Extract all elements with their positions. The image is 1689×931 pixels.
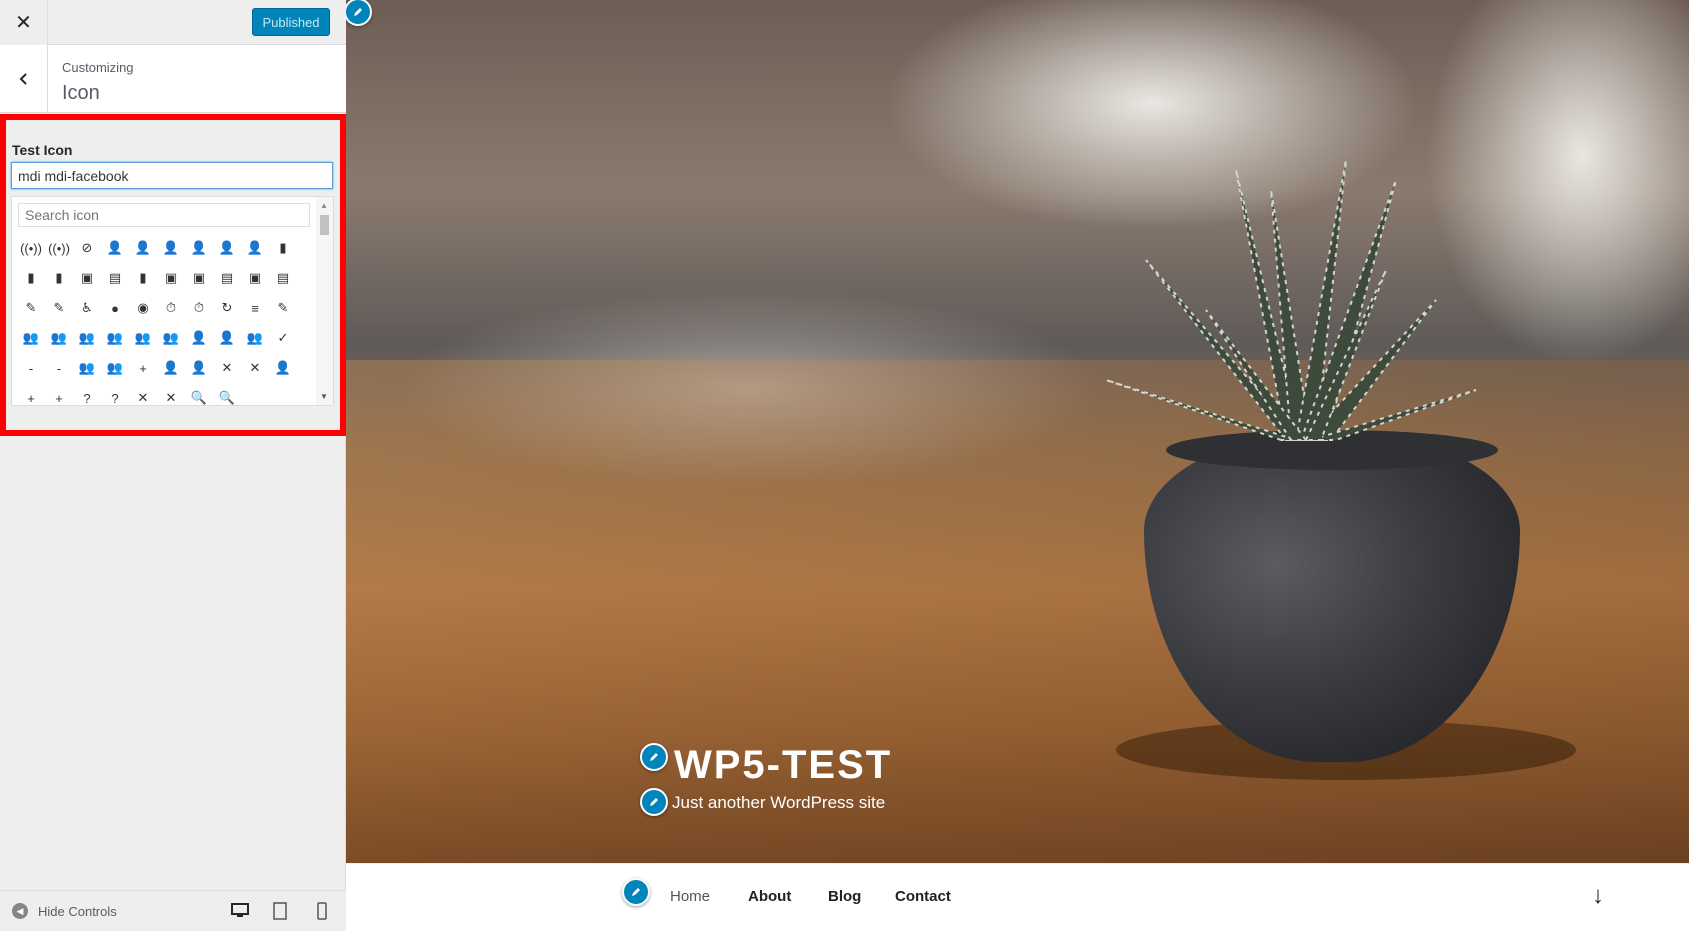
icon-option[interactable]: 👤 [269, 353, 297, 383]
icon-option[interactable]: 👥 [73, 323, 101, 353]
icon-option[interactable]: ✕ [213, 353, 241, 383]
icon-option[interactable]: + [45, 383, 73, 413]
nav-blog[interactable]: Blog [828, 888, 861, 905]
icon-option[interactable]: ? [73, 383, 101, 413]
icon-option[interactable]: 👤 [241, 233, 269, 263]
icon-option[interactable]: ● [101, 293, 129, 323]
icon-option[interactable]: ✕ [129, 383, 157, 413]
icon-option[interactable]: ✓ [269, 323, 297, 353]
nav-about[interactable]: About [748, 888, 791, 905]
icon-option[interactable]: 👤 [185, 233, 213, 263]
scroll-up-icon[interactable]: ▲ [320, 201, 328, 210]
icon-value-input[interactable] [11, 162, 333, 189]
icon-control-highlight: Test Icon ((•))((•))⊘👤👤👤👤👤👤▮▮▮▣▤▮▣▣▤▣▤✎✎… [0, 114, 346, 436]
icon-option[interactable]: 👥 [101, 353, 129, 383]
icon-option[interactable]: ⏱ [157, 293, 185, 323]
icon-option[interactable]: ⏱ [185, 293, 213, 323]
icon-option[interactable]: ↻ [213, 293, 241, 323]
icon-option[interactable]: 👤 [213, 233, 241, 263]
icon-option[interactable]: 👥 [157, 323, 185, 353]
icon-option[interactable]: 👤 [101, 233, 129, 263]
icon-option[interactable]: ▮ [17, 263, 45, 293]
icon-option[interactable]: 🔍 [185, 383, 213, 413]
published-button[interactable]: Published [252, 8, 330, 36]
site-preview: WP5-TEST Just another WordPress site Hom… [346, 0, 1689, 931]
desktop-preview-icon[interactable] [230, 901, 250, 921]
icon-option[interactable]: ▤ [101, 263, 129, 293]
hide-controls-label: Hide Controls [38, 903, 117, 919]
collapse-icon: ◀ [12, 903, 28, 919]
tablet-preview-icon[interactable] [270, 901, 290, 921]
customizer-sidebar: ✕ Published Customizing Icon Test Icon (… [0, 0, 346, 931]
section-header: Customizing Icon [0, 45, 346, 113]
icon-option[interactable]: 👥 [241, 323, 269, 353]
icon-option[interactable]: ◉ [129, 293, 157, 323]
icon-option[interactable]: - [17, 353, 45, 383]
icon-option[interactable]: ✎ [45, 293, 73, 323]
icon-grid: ((•)) ((•)) ⊘ 👤 👤 👤 👤 👤 👤 ▮ ▮ ▮ ▣ ▤ ▮ ▣ ▣ ▤ ▣ ▤ ✎ ✎ ♿ ● ◉ ⏱ ⏱ ↻ ≡ ✎ 👥 👥… [17, 233, 315, 413]
icon-option[interactable]: 👤 [129, 233, 157, 263]
control-label: Test Icon [12, 142, 73, 158]
icon-option[interactable]: + [129, 353, 157, 383]
scroll-thumb[interactable] [320, 215, 329, 235]
icon-option[interactable]: ⊘ [73, 233, 101, 263]
back-button[interactable] [0, 45, 48, 113]
icon-option[interactable]: ≡ [241, 293, 269, 323]
icon-option[interactable]: - [45, 353, 73, 383]
nav-contact[interactable]: Contact [895, 888, 951, 905]
icon-option[interactable]: ▣ [73, 263, 101, 293]
icon-option[interactable]: 👤 [157, 353, 185, 383]
icon-option[interactable]: ✎ [269, 293, 297, 323]
edit-shortcut-title-icon[interactable] [640, 743, 668, 771]
icon-option[interactable]: 👥 [45, 323, 73, 353]
icon-option[interactable]: 🔍 [213, 383, 241, 413]
icon-option[interactable]: ✕ [157, 383, 185, 413]
main-navigation: Home About Blog Contact ↓ [346, 863, 1689, 931]
close-button[interactable]: ✕ [0, 0, 48, 45]
icon-option[interactable]: ▮ [45, 263, 73, 293]
customizer-header: ✕ Published [0, 0, 346, 45]
edit-shortcut-menu-icon[interactable] [622, 878, 650, 906]
scroll-down-icon[interactable]: ▼ [320, 392, 328, 401]
icon-option[interactable]: ▣ [241, 263, 269, 293]
breadcrumb: Customizing [62, 60, 134, 75]
mobile-preview-icon[interactable] [312, 901, 332, 921]
close-icon: ✕ [15, 12, 32, 34]
site-description: Just another WordPress site [672, 793, 886, 812]
icon-option[interactable]: ? [101, 383, 129, 413]
succulent-plant [1105, 159, 1477, 441]
icon-option[interactable]: + [17, 383, 45, 413]
nav-home[interactable]: Home [670, 888, 710, 905]
icon-option[interactable]: 👥 [101, 323, 129, 353]
icon-picker: ((•))((•))⊘👤👤👤👤👤👤▮▮▮▣▤▮▣▣▤▣▤✎✎♿●◉⏱⏱↻≡✎👥👥… [11, 196, 334, 406]
customizer-footer: ◀ Hide Controls [0, 890, 346, 931]
site-title[interactable]: WP5-TEST [674, 743, 892, 788]
icon-option[interactable]: 👥 [17, 323, 45, 353]
icon-option[interactable]: 👥 [129, 323, 157, 353]
icon-option[interactable]: ▤ [269, 263, 297, 293]
icon-option[interactable]: 👤 [157, 233, 185, 263]
edit-shortcut-description-icon[interactable] [640, 788, 668, 816]
scroll-down-arrow-icon[interactable]: ↓ [1592, 882, 1604, 910]
icon-option[interactable]: 👤 [185, 323, 213, 353]
icon-option[interactable]: ✕ [241, 353, 269, 383]
icon-option[interactable]: ▤ [213, 263, 241, 293]
icon-option[interactable]: 👤 [185, 353, 213, 383]
icon-option[interactable]: ♿ [73, 293, 101, 323]
picker-scrollbar[interactable]: ▲ ▼ [316, 197, 333, 405]
icon-option[interactable]: ▣ [157, 263, 185, 293]
icon-option[interactable]: ▣ [185, 263, 213, 293]
icon-option[interactable]: ▮ [269, 233, 297, 263]
icon-option[interactable]: ✎ [17, 293, 45, 323]
icon-option[interactable]: 👤 [213, 323, 241, 353]
hide-controls-button[interactable]: ◀ Hide Controls [12, 903, 117, 919]
chevron-left-icon [19, 73, 27, 85]
icon-option[interactable]: ((•)) [17, 233, 45, 263]
search-icon-input[interactable] [18, 203, 310, 227]
icon-option[interactable]: ((•)) [45, 233, 73, 263]
icon-option[interactable]: 👥 [73, 353, 101, 383]
section-title: Icon [62, 82, 100, 104]
icon-option[interactable]: ▮ [129, 263, 157, 293]
